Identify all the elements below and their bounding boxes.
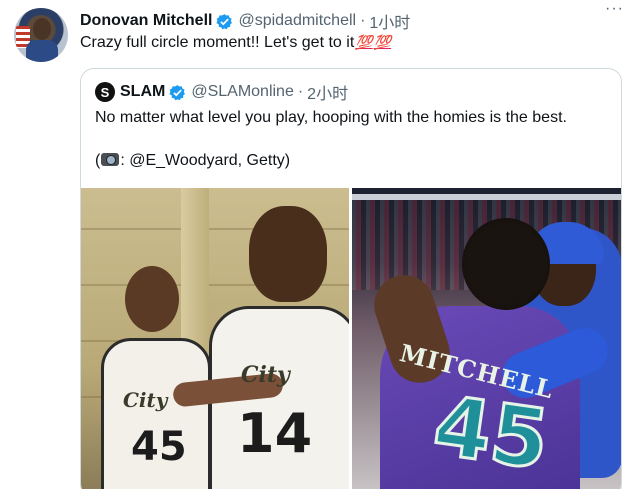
author-handle[interactable]: @spidadmitchell	[238, 12, 356, 30]
jersey-number: 45	[131, 424, 187, 470]
quoted-author-name[interactable]: SLAM	[120, 83, 165, 101]
camera-icon	[101, 153, 120, 166]
photo-credit: (: @E_Woodyard, Getty)	[95, 152, 291, 169]
tweet-header: Donovan Mitchell @spidadmitchell · 1小时	[80, 10, 608, 32]
tweet-body: Crazy full circle moment!! Let's get to …	[80, 34, 355, 51]
jersey-number: 45	[426, 377, 555, 489]
hundred-emoji-icon: 💯	[355, 34, 373, 50]
more-options-icon[interactable]: ···	[605, 0, 624, 18]
verified-badge-icon	[216, 13, 233, 30]
media-grid: City City 45 14 MITCHELL 45	[81, 188, 621, 489]
quoted-tweet-text: No matter what level you play, hooping w…	[95, 109, 567, 126]
photo-arena-hug[interactable]: MITCHELL 45	[352, 188, 621, 489]
jersey-text: City	[123, 388, 168, 412]
jersey-text: City	[241, 362, 290, 388]
quoted-tweet[interactable]: S SLAM @SLAMonline · 2小时 No matter what …	[80, 68, 622, 489]
quoted-author-handle[interactable]: @SLAMonline	[191, 83, 294, 101]
tweet-text: Crazy full circle moment!! Let's get to …	[80, 34, 391, 52]
photo-young-teammates[interactable]: City City 45 14	[81, 188, 349, 489]
tweet-timestamp[interactable]: 1小时	[369, 9, 410, 33]
quoted-tweet-header: S SLAM @SLAMonline · 2小时	[95, 81, 348, 103]
hundred-emoji-icon: 💯	[373, 34, 392, 50]
separator-dot: ·	[297, 83, 304, 100]
jersey-number: 14	[237, 402, 313, 465]
verified-badge-icon	[169, 84, 186, 101]
author-name[interactable]: Donovan Mitchell	[80, 12, 212, 30]
separator-dot: ·	[360, 12, 366, 29]
quoted-timestamp[interactable]: 2小时	[307, 80, 348, 104]
avatar[interactable]	[14, 8, 68, 62]
slam-logo-avatar[interactable]: S	[95, 82, 115, 102]
